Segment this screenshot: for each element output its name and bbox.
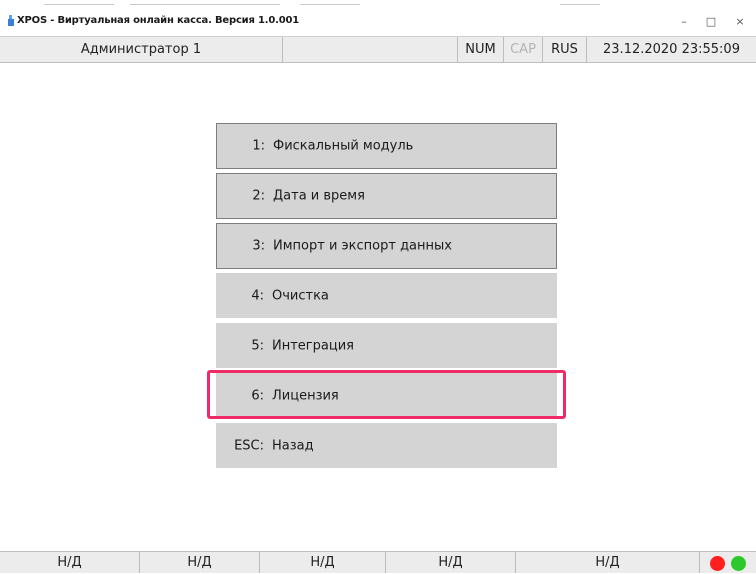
current-user: Администратор 1 (0, 37, 283, 62)
menu-item-integration[interactable]: 5: Интеграция (216, 323, 557, 368)
menu-item-label: Интеграция (272, 338, 354, 353)
app-icon (8, 15, 14, 26)
datetime-display: 23.12.2020 23:55:09 (603, 42, 740, 57)
menu-item-cleanup[interactable]: 4: Очистка (216, 273, 557, 318)
menu-item-label: Дата и время (273, 188, 365, 204)
bottom-cell: Н/Д (386, 552, 516, 573)
menu-item-key: 3: (252, 238, 265, 254)
status-bar: Администратор 1 NUM CAP RUS 23.12.2020 2… (0, 36, 756, 63)
menu-item-label: Назад (272, 438, 314, 453)
bottom-cell: Н/Д (516, 552, 700, 573)
minimize-icon[interactable]: – (672, 12, 696, 32)
menu-item-label: Импорт и экспорт данных (273, 238, 452, 254)
menu-item-date-time[interactable]: 2: Дата и время (216, 173, 557, 219)
num-lock-indicator: NUM (458, 37, 504, 62)
menu-item-key: 5: (251, 338, 264, 353)
menu-item-import-export[interactable]: 3: Импорт и экспорт данных (216, 223, 557, 269)
menu-item-back[interactable]: ESC: Назад (216, 423, 557, 468)
bottom-cell: Н/Д (140, 552, 260, 573)
close-icon[interactable]: × (728, 12, 752, 32)
maximize-icon[interactable]: □ (699, 12, 723, 32)
bottom-status-bar: Н/Д Н/Д Н/Д Н/Д Н/Д (0, 551, 756, 573)
selection-highlight (207, 370, 566, 419)
menu-item-fiscal-module[interactable]: 1: Фискальный модуль (216, 123, 557, 169)
menu-item-key: 4: (251, 288, 264, 303)
status-led-red-icon (710, 556, 725, 571)
menu-item-key: ESC: (234, 438, 264, 453)
status-empty-cell (283, 37, 458, 62)
window-title: XPOS - Виртуальная онлайн касса. Версия … (17, 15, 299, 26)
window-edge (0, 0, 756, 10)
menu-item-key: 2: (252, 188, 265, 204)
keyboard-layout-indicator: RUS (543, 37, 587, 62)
caps-lock-indicator: CAP (504, 37, 543, 62)
title-bar[interactable]: XPOS - Виртуальная онлайн касса. Версия … (0, 10, 756, 36)
bottom-cell: Н/Д (0, 552, 140, 573)
menu-item-label: Фискальный модуль (273, 138, 414, 154)
status-led-green-icon (731, 556, 746, 571)
bottom-cell: Н/Д (260, 552, 386, 573)
menu-item-label: Очистка (272, 288, 329, 303)
menu-item-key: 1: (252, 138, 265, 154)
